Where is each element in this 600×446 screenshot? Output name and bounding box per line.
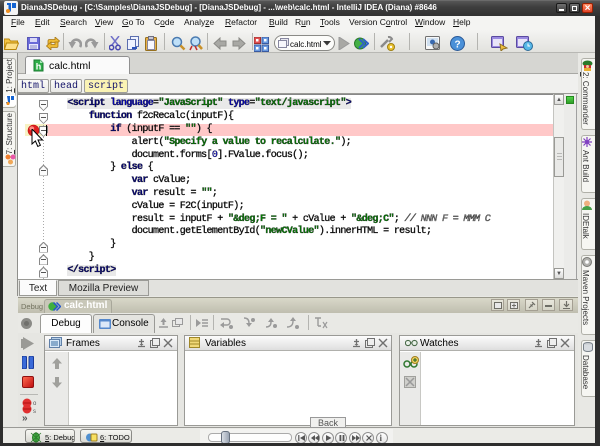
svg-text:o: o	[33, 401, 37, 407]
svg-text:?: ?	[454, 40, 460, 51]
svg-text:h: h	[36, 62, 42, 72]
svg-text:s: s	[33, 409, 36, 414]
